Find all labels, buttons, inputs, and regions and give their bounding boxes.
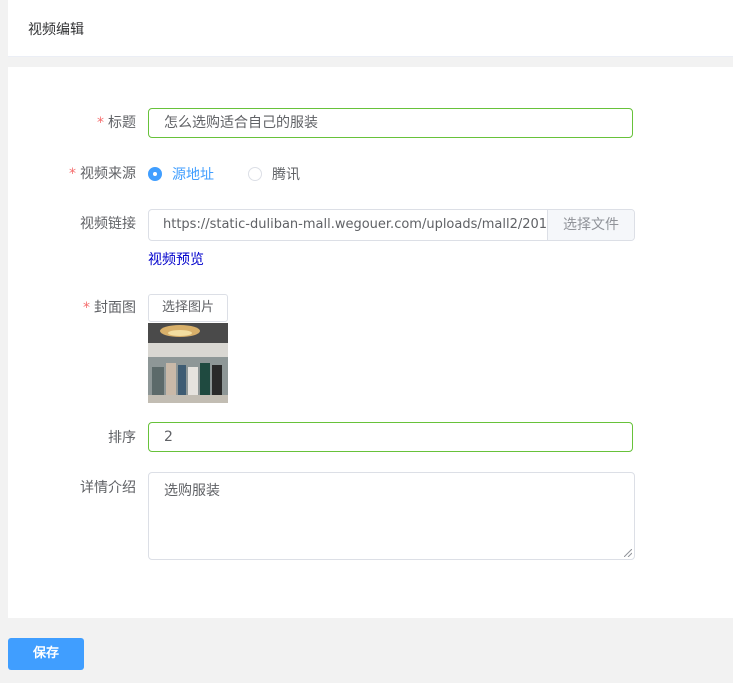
video-link-input[interactable]: https://static-duliban-mall.wegouer.com/… bbox=[149, 210, 547, 240]
source-radio-tencent[interactable]: 腾讯 bbox=[248, 166, 300, 183]
page-title: 视频编辑 bbox=[28, 22, 84, 38]
detail-label: 详情介绍 bbox=[80, 480, 136, 496]
cover-label: * 封面图 bbox=[83, 300, 136, 316]
sort-input[interactable]: 2 bbox=[148, 422, 633, 452]
choose-file-button[interactable]: 选择文件 bbox=[547, 210, 634, 240]
link-label: 视频链接 bbox=[80, 216, 136, 232]
cover-image-photo bbox=[148, 323, 228, 403]
save-button[interactable]: 保存 bbox=[8, 638, 84, 670]
title-label: * 标题 bbox=[97, 115, 136, 131]
detail-textarea[interactable]: 选购服装 bbox=[148, 472, 635, 560]
cover-image bbox=[148, 323, 228, 403]
video-preview-link[interactable]: 视频预览 bbox=[148, 249, 204, 269]
source-radio-origin[interactable]: 源地址 bbox=[148, 166, 214, 183]
required-mark: * bbox=[83, 300, 90, 316]
detail-text: 选购服装 bbox=[164, 483, 220, 499]
resize-handle-icon[interactable] bbox=[624, 549, 632, 557]
radio-unchecked-icon bbox=[248, 167, 262, 181]
video-link-group: https://static-duliban-mall.wegouer.com/… bbox=[148, 209, 635, 241]
page-header: 视频编辑 bbox=[8, 0, 733, 57]
sort-label: 排序 bbox=[108, 430, 136, 446]
radio-checked-icon bbox=[148, 167, 162, 181]
source-label: * 视频来源 bbox=[69, 166, 136, 182]
title-input[interactable]: 怎么选购适合自己的服装 bbox=[148, 108, 633, 138]
required-mark: * bbox=[69, 166, 76, 182]
required-mark: * bbox=[97, 115, 104, 131]
choose-image-button[interactable]: 选择图片 bbox=[148, 294, 228, 322]
